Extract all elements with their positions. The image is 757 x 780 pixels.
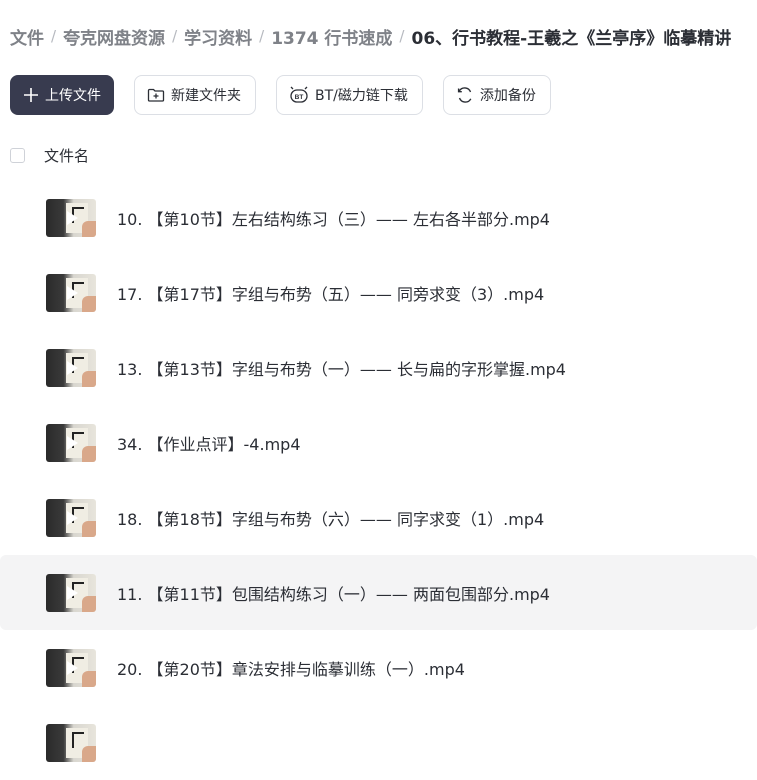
svg-text:BT: BT <box>295 94 304 101</box>
breadcrumb-item-study-materials[interactable]: 学习资料 <box>184 24 252 49</box>
bt-download-button[interactable]: BT BT/磁力链下载 <box>276 75 423 115</box>
play-icon <box>67 360 78 375</box>
file-row-partial[interactable] <box>0 705 757 780</box>
file-name[interactable]: 11. 【第11节】包围结构练习（一）—— 两面包围部分.mp4 <box>117 581 550 605</box>
video-thumbnail <box>46 648 96 687</box>
play-icon <box>67 510 78 525</box>
plus-icon <box>24 88 38 102</box>
breadcrumb-item-xingshu-course[interactable]: 1374 行书速成 <box>271 24 392 49</box>
file-list-header: 文件名 <box>10 143 89 167</box>
breadcrumb: 文件 / 夸克网盘资源 / 学习资料 / 1374 行书速成 / 06、行书教程… <box>10 22 731 50</box>
file-row[interactable]: 10. 【第10节】左右结构练习（三）—— 左右各半部分.mp4 <box>0 180 757 255</box>
video-thumbnail <box>46 198 96 237</box>
upload-button-label: 上传文件 <box>45 88 101 104</box>
file-name[interactable]: 18. 【第18节】字组与布势（六）—— 同字求变（1）.mp4 <box>117 506 544 530</box>
video-thumbnail <box>46 498 96 537</box>
breadcrumb-current-folder: 06、行书教程-王羲之《兰亭序》临摹精讲 <box>411 28 732 49</box>
video-thumbnail <box>46 423 96 462</box>
column-header-filename[interactable]: 文件名 <box>44 145 89 166</box>
file-row[interactable]: 17. 【第17节】字组与布势（五）—— 同旁求变（3）.mp4 <box>0 255 757 330</box>
new-folder-button[interactable]: 新建文件夹 <box>134 75 256 115</box>
file-row[interactable]: 18. 【第18节】字组与布势（六）—— 同字求变（1）.mp4 <box>0 480 757 555</box>
video-thumbnail <box>46 573 96 612</box>
upload-button[interactable]: 上传文件 <box>10 75 114 115</box>
video-thumbnail <box>46 348 96 387</box>
breadcrumb-item-quark-resources[interactable]: 夸克网盘资源 <box>63 24 165 49</box>
play-icon <box>67 210 78 225</box>
file-row[interactable]: 34. 【作业点评】-4.mp4 <box>0 405 757 480</box>
bt-magnet-icon: BT <box>290 86 308 103</box>
play-icon <box>67 285 78 300</box>
add-backup-button[interactable]: 添加备份 <box>442 75 551 115</box>
file-row[interactable]: 13. 【第13节】字组与布势（一）—— 长与扁的字形掌握.mp4 <box>0 330 757 405</box>
file-name[interactable]: 13. 【第13节】字组与布势（一）—— 长与扁的字形掌握.mp4 <box>117 356 566 380</box>
breadcrumb-separator: / <box>259 27 265 45</box>
file-list: 10. 【第10节】左右结构练习（三）—— 左右各半部分.mp4 17. 【第1… <box>0 180 757 780</box>
new-folder-icon <box>147 88 165 102</box>
bt-download-button-label: BT/磁力链下载 <box>315 88 408 104</box>
breadcrumb-separator: / <box>51 27 57 45</box>
file-name[interactable]: 10. 【第10节】左右结构练习（三）—— 左右各半部分.mp4 <box>117 206 550 230</box>
play-icon <box>67 660 78 675</box>
breadcrumb-separator: / <box>399 27 405 45</box>
toolbar: 上传文件 新建文件夹 BT BT/磁力链下载 添加备份 <box>10 75 571 115</box>
file-name[interactable]: 17. 【第17节】字组与布势（五）—— 同旁求变（3）.mp4 <box>117 281 544 305</box>
file-name[interactable]: 20. 【第20节】章法安排与临摹训练（一）.mp4 <box>117 656 465 680</box>
breadcrumb-item-files[interactable]: 文件 <box>10 24 44 49</box>
file-name[interactable]: 34. 【作业点评】-4.mp4 <box>117 431 301 455</box>
select-all-checkbox[interactable] <box>10 147 25 163</box>
new-folder-button-label: 新建文件夹 <box>171 88 241 104</box>
add-backup-button-label: 添加备份 <box>479 88 536 104</box>
file-row[interactable]: 20. 【第20节】章法安排与临摹训练（一）.mp4 <box>0 630 757 705</box>
backup-sync-icon <box>457 87 472 103</box>
video-thumbnail <box>46 723 96 762</box>
play-icon <box>67 435 78 450</box>
play-icon <box>67 585 78 600</box>
file-row-hovered[interactable]: 11. 【第11节】包围结构练习（一）—— 两面包围部分.mp4 <box>0 555 757 630</box>
breadcrumb-separator: / <box>172 27 178 45</box>
video-thumbnail <box>46 273 96 312</box>
